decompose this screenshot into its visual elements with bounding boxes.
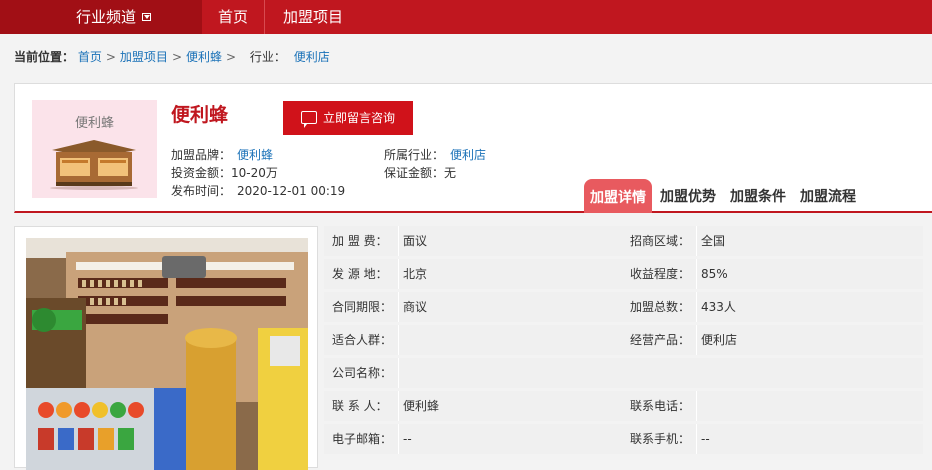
tab-process[interactable]: 加盟流程 [800, 179, 856, 213]
detail-key: 适合人群： [332, 333, 393, 347]
breadcrumb-industry[interactable]: 便利店 [294, 50, 330, 64]
table-row: 加 盟 费： 面议 招商区域： 全国 [324, 226, 923, 256]
dropdown-arrow-icon [142, 13, 152, 21]
detail-key: 联 系 人： [332, 399, 388, 413]
publish-date-field: 发布时间： 2020-12-01 00:19 [171, 182, 345, 199]
detail-value: 85% [696, 259, 923, 289]
detail-key: 联系手机： [630, 432, 691, 446]
tab-advantages[interactable]: 加盟优势 [660, 179, 716, 213]
nav-franchise-projects[interactable]: 加盟项目 [283, 0, 343, 34]
industry-field: 所属行业： 便利店 [384, 146, 486, 163]
industry-field-label: 所属行业： [384, 148, 445, 162]
breadcrumb-home[interactable]: 首页 [78, 50, 102, 64]
tab-conditions[interactable]: 加盟条件 [730, 179, 786, 213]
invest-field-label: 投资金额： [171, 166, 232, 180]
industry-channel-label: 行业频道 [76, 8, 137, 26]
detail-key: 合同期限： [332, 300, 393, 314]
deposit-field-value: 无 [444, 166, 457, 180]
consult-button[interactable]: 立即留言咨询 [283, 101, 413, 135]
table-row: 公司名称： [324, 358, 923, 388]
deposit-field: 保证金额：无 [384, 164, 456, 181]
brand-card: 便利蜂 便利蜂 立即留言咨询 加盟品牌： 便利蜂 所属行业： 便利店 投资金额：10… [14, 83, 932, 213]
breadcrumb: 当前位置： 首页 > 加盟项目 > 便利蜂 > 行业： 便利店 [14, 48, 330, 65]
publish-date-label: 发布时间： [171, 184, 232, 198]
brand-field-label: 加盟品牌： [171, 148, 232, 162]
detail-tabs: 加盟详情 加盟优势 加盟条件 加盟流程 [584, 179, 894, 213]
store-interior-image [26, 238, 308, 470]
detail-value: 全国 [696, 226, 923, 256]
detail-value: 北京 [398, 259, 622, 289]
details-table: 加 盟 费： 面议 招商区域： 全国 发 源 地： 北京 收益程度： 85% 合… [324, 226, 923, 457]
breadcrumb-separator: > [105, 50, 116, 64]
detail-value: -- [696, 424, 923, 454]
brand-title: 便利蜂 [171, 104, 229, 126]
detail-value [398, 325, 622, 355]
breadcrumb-brand[interactable]: 便利蜂 [186, 50, 222, 64]
tab-franchise-details[interactable]: 加盟详情 [584, 179, 652, 213]
brand-logo-text: 便利蜂 [74, 116, 114, 131]
brand-logo: 便利蜂 [32, 100, 157, 198]
brand-field-value[interactable]: 便利蜂 [237, 148, 273, 162]
industry-channel-menu[interactable]: 行业频道 [0, 0, 202, 34]
nav-home[interactable]: 首页 [218, 0, 248, 34]
detail-value [696, 391, 923, 421]
detail-key: 经营产品： [630, 333, 691, 347]
invest-field: 投资金额：10-20万 [171, 164, 278, 181]
breadcrumb-label: 当前位置： [14, 50, 75, 64]
detail-value: 便利店 [696, 325, 923, 355]
table-row: 联 系 人： 便利蜂 联系电话： [324, 391, 923, 421]
detail-value: 433人 [696, 292, 923, 322]
detail-value: -- [398, 424, 622, 454]
table-row: 合同期限： 商议 加盟总数： 433人 [324, 292, 923, 322]
detail-value [398, 358, 923, 388]
publish-date-value: 2020-12-01 00:19 [237, 184, 346, 198]
breadcrumb-separator: > [226, 50, 237, 64]
top-nav-bar: 行业频道 首页 加盟项目 [0, 0, 932, 34]
detail-key: 电子邮箱： [332, 432, 393, 446]
nav-divider [264, 0, 265, 34]
table-row: 适合人群： 经营产品： 便利店 [324, 325, 923, 355]
table-row: 发 源 地： 北京 收益程度： 85% [324, 259, 923, 289]
table-row: 电子邮箱： -- 联系手机： -- [324, 424, 923, 454]
industry-field-value[interactable]: 便利店 [450, 148, 486, 162]
message-icon [301, 111, 317, 128]
consult-button-label: 立即留言咨询 [323, 111, 396, 125]
breadcrumb-industry-label: 行业： [249, 50, 286, 64]
detail-value: 商议 [398, 292, 622, 322]
detail-key: 发 源 地： [332, 267, 388, 281]
detail-key: 联系电话： [630, 399, 691, 413]
detail-key: 加盟总数： [630, 300, 691, 314]
brand-field: 加盟品牌： 便利蜂 [171, 146, 273, 163]
detail-value: 面议 [398, 226, 622, 256]
detail-key: 公司名称： [332, 366, 393, 380]
detail-value: 便利蜂 [398, 391, 622, 421]
breadcrumb-franchise[interactable]: 加盟项目 [120, 50, 168, 64]
breadcrumb-separator: > [171, 50, 182, 64]
deposit-field-label: 保证金额： [384, 166, 445, 180]
detail-key: 收益程度： [630, 267, 691, 281]
store-illustration-icon [50, 140, 138, 190]
detail-key: 招商区域： [630, 234, 691, 248]
invest-field-value: 10-20万 [231, 166, 278, 180]
store-photo [14, 226, 318, 470]
detail-key: 加 盟 费： [332, 234, 388, 248]
